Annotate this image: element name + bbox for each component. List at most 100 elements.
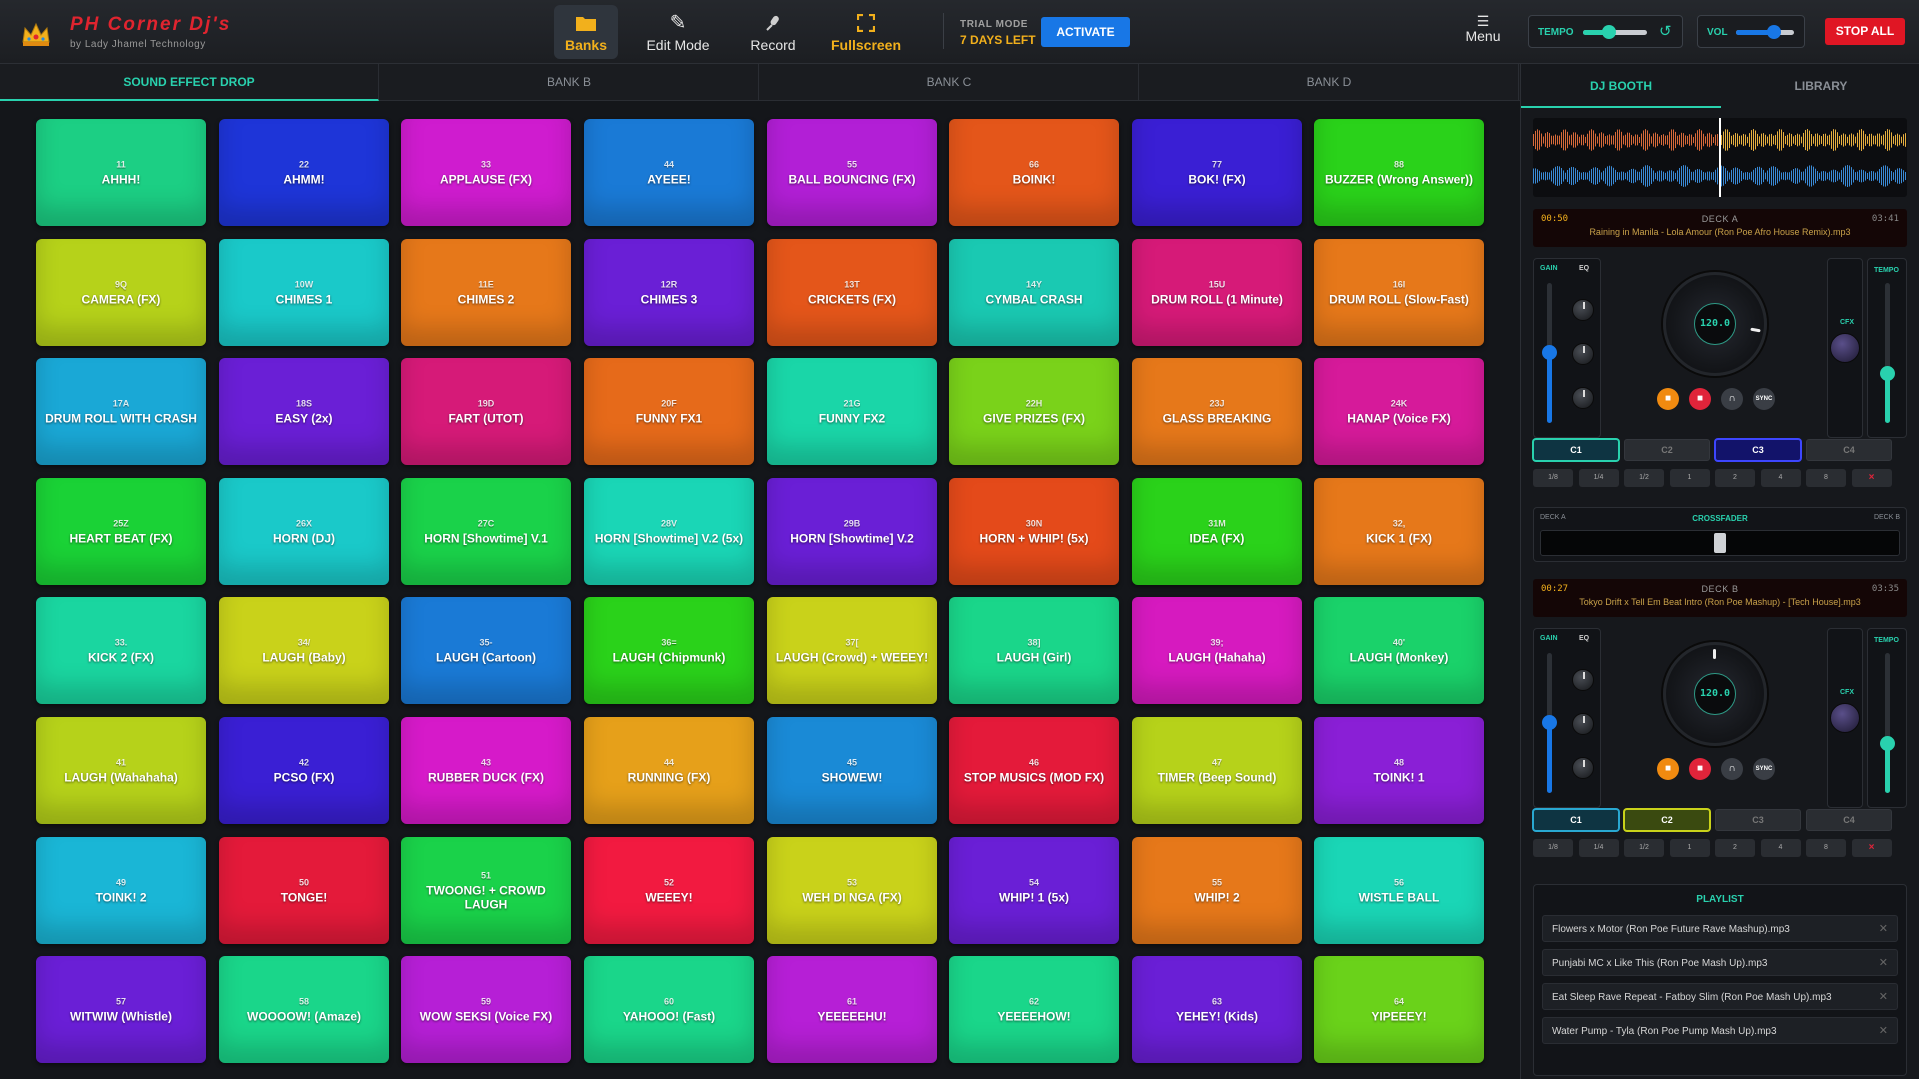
sound-pad-laugh-chipmunk[interactable]: 36= LAUGH (Chipmunk): [584, 597, 754, 704]
remove-track-icon[interactable]: ✕: [1879, 922, 1888, 935]
tempo-slider-thumb[interactable]: [1601, 25, 1616, 39]
sound-pad-yehey-kids[interactable]: 63 YEHEY! (Kids): [1132, 956, 1302, 1063]
sound-pad-laugh-girl[interactable]: 38] LAUGH (Girl): [949, 597, 1119, 704]
sound-pad-yahooo-fast[interactable]: 60 YAHOOO! (Fast): [584, 956, 754, 1063]
sound-pad-laugh-baby[interactable]: 34/LAUGH (Baby): [219, 597, 389, 704]
sound-pad-toink-1[interactable]: 48 TOINK! 1: [1314, 717, 1484, 824]
sound-pad-idea-fx[interactable]: 31M IDEA (FX): [1132, 478, 1302, 585]
playlist-item[interactable]: Eat Sleep Rave Repeat - Fatboy Slim (Ron…: [1542, 983, 1898, 1010]
deck-b-jog-wheel[interactable]: 120.0: [1663, 642, 1767, 746]
deck-a-loop-1[interactable]: 1: [1669, 469, 1710, 487]
sound-pad-yeeeeehu[interactable]: 61 YEEEEEHU!: [767, 956, 937, 1063]
deck-b-loop-1-4[interactable]: 1/4: [1578, 839, 1619, 857]
deck-b-cue-c3[interactable]: C3: [1715, 809, 1801, 831]
sound-pad-timer-beep-sound[interactable]: 47 TIMER (Beep Sound): [1132, 717, 1302, 824]
sound-pad-applause-fx[interactable]: 33 APPLAUSE (FX): [401, 119, 571, 226]
banks-button[interactable]: Banks: [554, 5, 618, 59]
sound-pad-pcso-fx[interactable]: 42 PCSO (FX): [219, 717, 389, 824]
deck-b-gain-slider[interactable]: [1542, 653, 1557, 793]
sound-pad-horn-dj[interactable]: 26X HORN (DJ): [219, 478, 389, 585]
sound-pad-witwiw-whistle[interactable]: 57 WITWIW (Whistle): [36, 956, 206, 1063]
sound-pad-bok-fx[interactable]: 77 BOK! (FX): [1132, 119, 1302, 226]
deck-b-eq-mid-knob[interactable]: [1572, 713, 1594, 735]
deck-a-eq-low-knob[interactable]: [1572, 387, 1594, 409]
sound-pad-laugh-hahaha[interactable]: 39; LAUGH (Hahaha): [1132, 597, 1302, 704]
deck-b-tempo-slider[interactable]: [1880, 653, 1895, 793]
deck-b-gain-thumb[interactable]: [1542, 715, 1557, 730]
deck-a-track-strip[interactable]: 00:50 DECK A 03:41 Raining in Manila - L…: [1533, 209, 1907, 247]
deck-a-cue-c2[interactable]: C2: [1624, 439, 1710, 461]
sound-pad-hanap-voice-fx[interactable]: 24K HANAP (Voice FX): [1314, 358, 1484, 465]
tab-bank-c[interactable]: BANK C: [760, 64, 1139, 101]
sound-pad-horn-showtime-v-2-5x[interactable]: 28V HORN [Showtime] V.2 (5x): [584, 478, 754, 585]
deck-a-gain-slider[interactable]: [1542, 283, 1557, 423]
crossfader-slider[interactable]: [1540, 530, 1900, 556]
sound-pad-boink[interactable]: 66 BOINK!: [949, 119, 1119, 226]
sound-pad-drum-roll-1-minute[interactable]: 15U DRUM ROLL (1 Minute): [1132, 239, 1302, 346]
record-button[interactable]: Record: [742, 5, 804, 59]
deck-b-loop-clear[interactable]: ×: [1851, 839, 1892, 857]
remove-track-icon[interactable]: ✕: [1879, 990, 1888, 1003]
sound-pad-laugh-cartoon[interactable]: 35- LAUGH (Cartoon): [401, 597, 571, 704]
sound-pad-whip-2[interactable]: 55 WHIP! 2: [1132, 837, 1302, 944]
deck-a-loop-1-2[interactable]: 1/2: [1624, 469, 1664, 487]
deck-a-loop-1-8[interactable]: 1/8: [1533, 469, 1573, 487]
playlist-item[interactable]: Punjabi MC x Like This (Ron Poe Mash Up)…: [1542, 949, 1898, 976]
sound-pad-glass-breaking[interactable]: 23J GLASS BREAKING: [1132, 358, 1302, 465]
deck-a-loop-2[interactable]: 2: [1715, 469, 1755, 487]
sound-pad-chimes-1[interactable]: 10W CHIMES 1: [219, 239, 389, 346]
sound-pad-funny-fx1[interactable]: 20F FUNNY FX1: [584, 358, 754, 465]
deck-a-gain-thumb[interactable]: [1542, 345, 1557, 360]
sound-pad-kick-2-fx[interactable]: 33. KICK 2 (FX): [36, 597, 206, 704]
sound-pad-fart-utot[interactable]: 19D FART (UTOT): [401, 358, 571, 465]
deck-b-loop-1-8[interactable]: 1/8: [1533, 839, 1573, 857]
remove-track-icon[interactable]: ✕: [1879, 1024, 1888, 1037]
deck-b-tempo-thumb[interactable]: [1880, 736, 1895, 751]
sound-pad-drum-roll-slow-fast[interactable]: 16I DRUM ROLL (Slow-Fast): [1314, 239, 1484, 346]
sound-pad-stop-musics-mod-fx[interactable]: 46 STOP MUSICS (MOD FX): [949, 717, 1119, 824]
tab-dj-booth[interactable]: DJ BOOTH: [1521, 64, 1721, 108]
deck-a-headphones-button[interactable]: ∩: [1721, 388, 1743, 410]
deck-a-eq-mid-knob[interactable]: [1572, 343, 1594, 365]
deck-b-loop-8[interactable]: 8: [1806, 839, 1846, 857]
sound-pad-laugh-monkey[interactable]: 40' LAUGH (Monkey): [1314, 597, 1484, 704]
deck-b-eq-high-knob[interactable]: [1572, 669, 1594, 691]
waveform-display[interactable]: [1533, 118, 1907, 197]
deck-a-cue-c1[interactable]: C1: [1533, 439, 1619, 461]
sound-pad-horn-showtime-v-2[interactable]: 29B HORN [Showtime] V.2: [767, 478, 937, 585]
sound-pad-horn-showtime-v-1[interactable]: 27C HORN [Showtime] V.1: [401, 478, 571, 585]
deck-a-cue-c4[interactable]: C4: [1806, 439, 1892, 461]
deck-a-stop-button[interactable]: ■: [1689, 388, 1711, 410]
activate-button[interactable]: ACTIVATE: [1041, 17, 1130, 47]
sound-pad-funny-fx2[interactable]: 21G FUNNY FX2: [767, 358, 937, 465]
deck-b-loop-1-2[interactable]: 1/2: [1624, 839, 1664, 857]
sound-pad-rubber-duck-fx[interactable]: 43 RUBBER DUCK (FX): [401, 717, 571, 824]
tab-bank-d[interactable]: BANK D: [1140, 64, 1519, 101]
deck-a-cfx-knob[interactable]: [1830, 333, 1860, 363]
menu-button[interactable]: ☰ Menu: [1460, 14, 1506, 44]
deck-a-tempo-thumb[interactable]: [1880, 366, 1895, 381]
sound-pad-drum-roll-with-crash[interactable]: 17A DRUM ROLL WITH CRASH: [36, 358, 206, 465]
stop-all-button[interactable]: STOP ALL: [1825, 18, 1905, 45]
sound-pad-wistle-ball[interactable]: 56 WISTLE BALL: [1314, 837, 1484, 944]
sound-pad-yeeeehow[interactable]: 62 YEEEEHOW!: [949, 956, 1119, 1063]
deck-a-loop-clear[interactable]: ×: [1851, 469, 1892, 487]
sound-pad-twoong-crowd-laugh[interactable]: 51 TWOONG! + CROWD LAUGH: [401, 837, 571, 944]
remove-track-icon[interactable]: ✕: [1879, 956, 1888, 969]
fullscreen-button[interactable]: Fullscreen: [828, 5, 904, 59]
deck-b-eq-low-knob[interactable]: [1572, 757, 1594, 779]
deck-b-cue-c1[interactable]: C1: [1533, 809, 1619, 831]
deck-b-sync-button[interactable]: SYNC: [1753, 758, 1775, 780]
sound-pad-yipeeey[interactable]: 64 YIPEEEY!: [1314, 956, 1484, 1063]
sound-pad-weh-di-nga-fx[interactable]: 53 WEH DI NGA (FX): [767, 837, 937, 944]
sound-pad-cymbal-crash[interactable]: 14Y CYMBAL CRASH: [949, 239, 1119, 346]
deck-b-stop-button[interactable]: ■: [1689, 758, 1711, 780]
sound-pad-showew[interactable]: 45 SHOWEW!: [767, 717, 937, 824]
deck-b-cue-c4[interactable]: C4: [1806, 809, 1892, 831]
sound-pad-toink-2[interactable]: 49 TOINK! 2: [36, 837, 206, 944]
playlist-item[interactable]: Flowers x Motor (Ron Poe Future Rave Mas…: [1542, 915, 1898, 942]
sound-pad-camera-fx[interactable]: 9Q CAMERA (FX): [36, 239, 206, 346]
deck-b-loop-1[interactable]: 1: [1669, 839, 1710, 857]
deck-a-loop-1-4[interactable]: 1/4: [1578, 469, 1619, 487]
deck-b-loop-4[interactable]: 4: [1760, 839, 1801, 857]
